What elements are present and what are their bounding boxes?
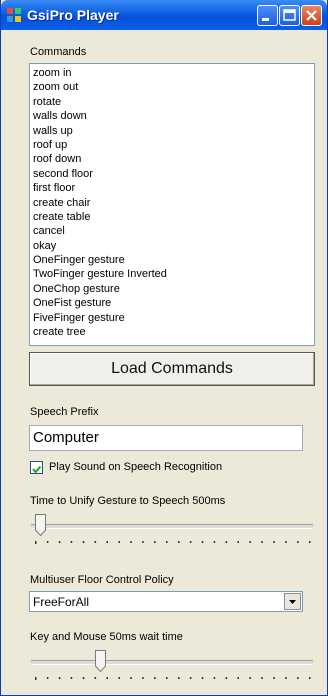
window-title: GsiPro Player (27, 7, 119, 23)
command-item[interactable]: TwoFinger gesture Inverted (33, 267, 314, 281)
play-sound-checkbox[interactable] (30, 461, 43, 474)
command-item[interactable]: rotate (33, 95, 314, 109)
command-item[interactable]: second floor (33, 167, 314, 181)
title-bar[interactable]: GsiPro Player (1, 0, 327, 30)
command-item[interactable]: walls up (33, 124, 314, 138)
floor-policy-value: FreeForAll (33, 595, 90, 609)
unify-time-label: Time to Unify Gesture to Speech 500ms (30, 495, 226, 507)
play-sound-label: Play Sound on Speech Recognition (49, 461, 223, 473)
command-item[interactable]: zoom in (33, 66, 314, 80)
command-item[interactable]: okay (33, 239, 314, 253)
command-item[interactable]: create table (33, 210, 314, 224)
command-item[interactable]: create chair (33, 196, 314, 210)
command-item[interactable]: OneFist gesture (33, 296, 314, 310)
command-item[interactable]: roof down (33, 152, 314, 166)
wait-time-slider[interactable] (29, 647, 315, 687)
maximize-button[interactable] (279, 5, 300, 26)
speech-prefix-input[interactable]: Computer (29, 425, 303, 451)
unify-time-slider[interactable] (29, 511, 315, 551)
slider-ticks (35, 677, 311, 680)
checkmark-icon (32, 465, 42, 474)
command-item[interactable]: first floor (33, 181, 314, 195)
load-commands-button[interactable]: Load Commands (29, 352, 315, 386)
commands-listbox[interactable]: zoom in zoom out rotate walls down walls up r… (29, 63, 315, 346)
slider-ticks (35, 541, 311, 544)
app-icon (7, 8, 21, 22)
maximize-icon (283, 9, 296, 21)
dropdown-button[interactable] (284, 593, 301, 610)
command-item[interactable]: OneChop gesture (33, 282, 314, 296)
command-item[interactable]: OneFinger gesture (33, 253, 314, 267)
floor-policy-dropdown[interactable]: FreeForAll (29, 591, 303, 612)
command-item[interactable]: create tree (33, 325, 314, 339)
app-window: GsiPro Player Commands zoom in zoom out ro… (0, 0, 328, 696)
speech-prefix-label: Speech Prefix (30, 406, 99, 418)
wait-time-label: Key and Mouse 50ms wait time (30, 631, 183, 643)
close-icon (306, 10, 317, 21)
chevron-down-icon (289, 600, 296, 604)
command-item[interactable]: FiveFinger gesture (33, 311, 314, 325)
slider-track (31, 524, 313, 529)
command-item[interactable]: roof up (33, 138, 314, 152)
close-button[interactable] (301, 5, 322, 26)
minimize-icon (262, 18, 269, 21)
commands-label: Commands (30, 46, 87, 58)
slider-track (31, 660, 313, 665)
slider-thumb[interactable] (95, 650, 106, 672)
floor-policy-label: Multiuser Floor Control Policy (30, 574, 174, 586)
minimize-button[interactable] (257, 5, 278, 26)
command-item[interactable]: cancel (33, 224, 314, 238)
slider-thumb[interactable] (34, 514, 46, 536)
command-item[interactable]: zoom out (33, 80, 314, 94)
commands-list: zoom in zoom out rotate walls down walls up r… (30, 64, 314, 339)
command-item[interactable]: walls down (33, 109, 314, 123)
